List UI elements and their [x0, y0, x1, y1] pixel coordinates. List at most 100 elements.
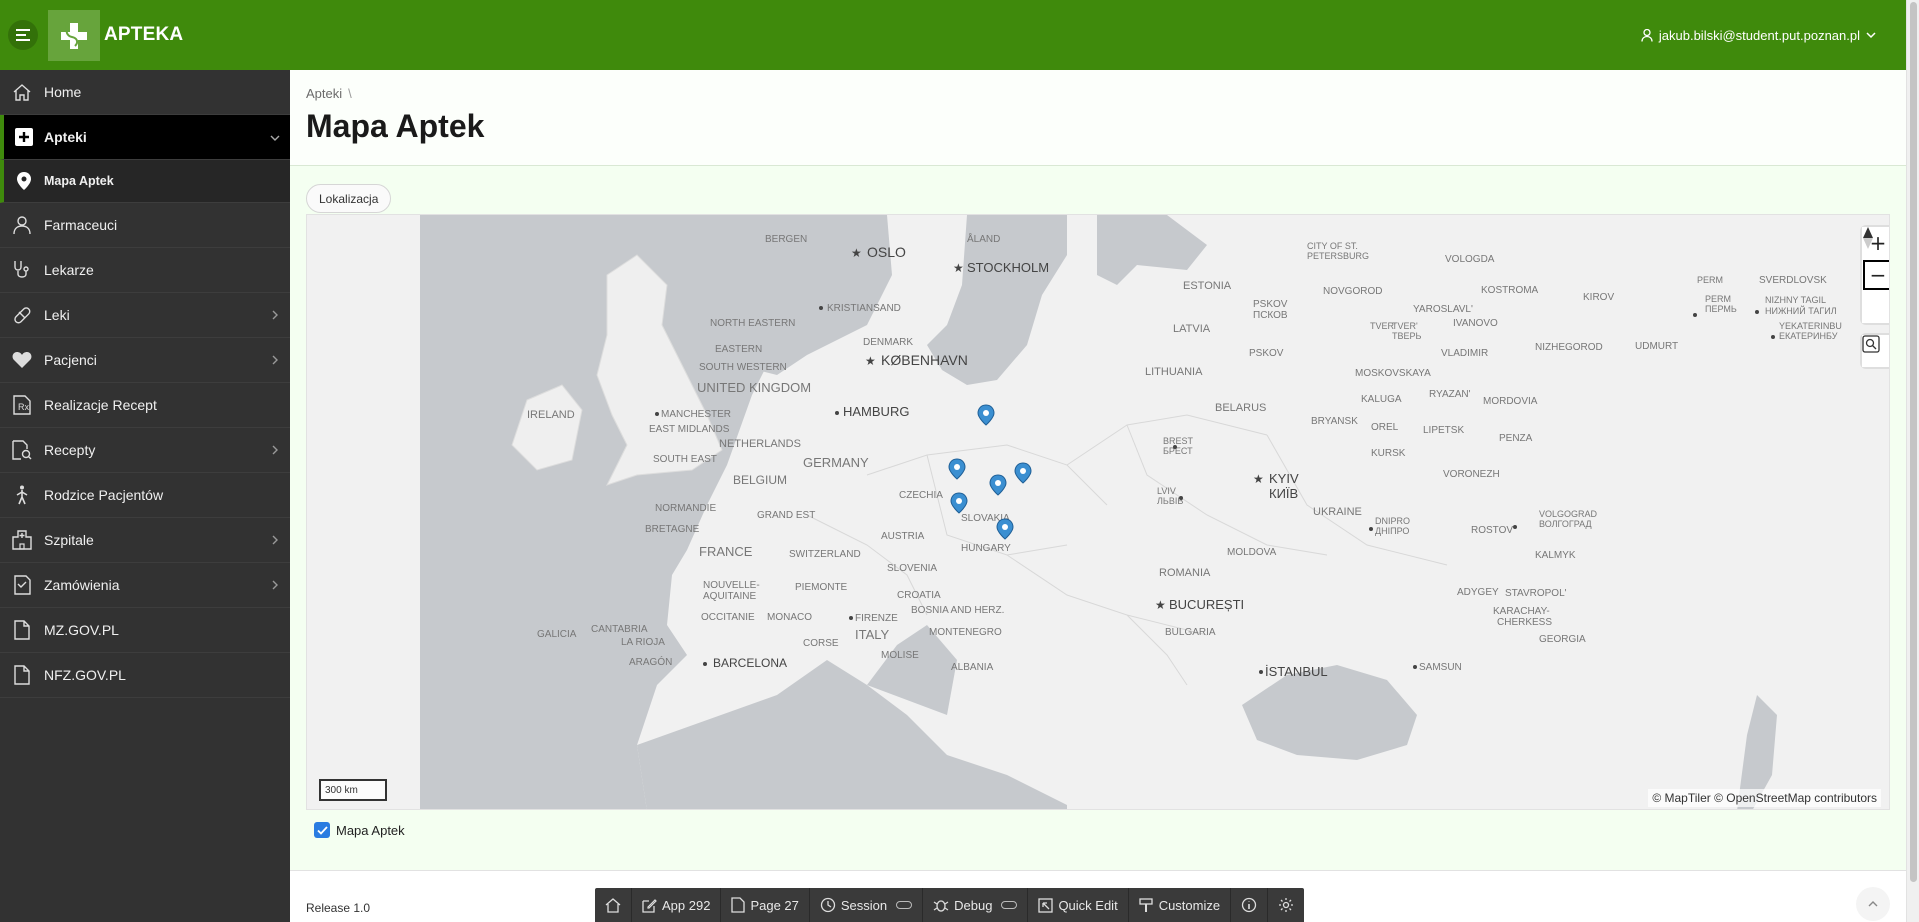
dev-app-button[interactable]: App 292 — [632, 888, 722, 922]
map-label: BARCELONA — [713, 656, 787, 670]
map-label: VORONEZH — [1443, 469, 1500, 480]
map-pin-icon — [4, 172, 44, 190]
map-label: MONACO — [767, 612, 812, 623]
dev-page-button[interactable]: Page 27 — [721, 888, 810, 922]
sidebar-item-realizacje-recept[interactable]: Rx Realizacje Recept — [0, 383, 290, 428]
map-label: BRETAGNE — [645, 524, 700, 535]
sidebar-item-mz-gov-pl[interactable]: MZ.GOV.PL — [0, 608, 290, 653]
zoom-out-button[interactable]: − — [1862, 259, 1889, 291]
map-label: HAMBURG — [843, 404, 909, 419]
map-label: NOUVELLE- — [703, 580, 760, 591]
sidebar-item-nfz-gov-pl[interactable]: NFZ.GOV.PL — [0, 653, 290, 698]
dev-home-button[interactable] — [595, 888, 632, 922]
map-label: GRAND EST — [757, 510, 815, 521]
menu-toggle-button[interactable] — [8, 20, 38, 50]
layer-checkbox[interactable] — [314, 822, 330, 838]
dev-quick-edit-button[interactable]: Quick Edit — [1028, 888, 1129, 922]
capital-star-icon: ★ — [953, 261, 964, 275]
scrollbar-thumb[interactable] — [1910, 2, 1917, 882]
sidebar-item-label: NFZ.GOV.PL — [44, 667, 126, 683]
sidebar-item-label: Szpitale — [44, 532, 94, 548]
map-label: ESTONIA — [1183, 280, 1232, 292]
app-logo[interactable] — [48, 10, 100, 61]
dev-customize-button[interactable]: Customize — [1129, 888, 1232, 922]
release-version: Release 1.0 — [306, 901, 371, 915]
map-label: КИЇВ — [1269, 486, 1298, 501]
chevron-right-icon — [260, 443, 290, 458]
map-label: KARACHAY- — [1493, 606, 1550, 617]
sidebar-item-home[interactable]: Home — [0, 70, 290, 115]
region-tab-lokalizacja[interactable]: Lokalizacja — [306, 184, 392, 213]
map-scale-bar: 300 km — [319, 779, 387, 801]
sidebar-item-farmaceuci[interactable]: Farmaceuci — [0, 203, 290, 248]
capital-star-icon: ★ — [851, 246, 862, 260]
sidebar-item-rodzice-pacjentow[interactable]: Rodzice Pacjentów — [0, 473, 290, 518]
page-scrollbar[interactable] — [1906, 0, 1919, 922]
map-label: CORSE — [803, 638, 839, 649]
zoom-to-data-button[interactable] — [1862, 335, 1889, 367]
hospital-icon — [0, 530, 44, 550]
map-label: ROMANIA — [1159, 567, 1211, 579]
svg-text:Rx: Rx — [18, 402, 29, 412]
sidebar-item-label: Recepty — [44, 442, 96, 458]
capital-star-icon: ★ — [1155, 598, 1166, 612]
dev-customize-label: Customize — [1158, 897, 1221, 913]
scroll-to-top-button[interactable] — [1856, 887, 1890, 921]
map-label: PETERSBURG — [1307, 251, 1369, 261]
app-title[interactable]: APTEKA — [104, 24, 183, 46]
map-region[interactable]: BERGEN OSLO ÅLAND STOCKHOLM CITY OF ST. … — [306, 214, 1890, 810]
user-menu[interactable]: jakub.bilski@student.put.poznan.pl — [1641, 28, 1876, 43]
cart-icon — [0, 575, 44, 595]
map-label: БРЕСТ — [1163, 446, 1193, 456]
person-walking-icon — [0, 485, 44, 505]
dev-info-button[interactable] — [1231, 888, 1269, 922]
compass-button[interactable] — [1862, 227, 1889, 323]
dev-session-label: Session — [840, 897, 888, 913]
developer-toolbar: App 292 Page 27 Session Debug Quick Edit… — [595, 888, 1305, 922]
map-extent-controls — [1862, 335, 1889, 367]
dev-settings-button[interactable] — [1268, 888, 1304, 922]
map-label: CROATIA — [897, 590, 941, 601]
sidebar-item-label: Pacjenci — [44, 352, 97, 368]
map-label: SAMSUN — [1419, 662, 1462, 673]
breadcrumb-link-apteki[interactable]: Apteki — [306, 86, 342, 101]
map-label: OSLO — [867, 244, 906, 260]
map-label: MOSKOVSKAYA — [1355, 368, 1431, 379]
map-label: PSKOV — [1249, 348, 1284, 359]
dev-debug-button[interactable]: Debug — [923, 888, 1029, 922]
sidebar-item-recepty[interactable]: Recepty — [0, 428, 290, 473]
sidebar-item-label: Home — [44, 84, 82, 100]
map-label: BELARUS — [1215, 402, 1266, 414]
sidebar-item-zamowienia[interactable]: Zamówienia — [0, 563, 290, 608]
map-label: EAST MIDLANDS — [649, 424, 730, 435]
sidebar-item-leki[interactable]: Leki — [0, 293, 290, 338]
map-label: VOLOGDA — [1445, 254, 1495, 265]
sidebar-item-mapa-aptek[interactable]: Mapa Aptek — [0, 160, 290, 203]
map-label: OREL — [1371, 422, 1399, 433]
map-label: UNITED KINGDOM — [697, 380, 811, 395]
map-label: ITALY — [855, 627, 890, 642]
map-label: CANTABRIA — [591, 624, 648, 635]
map-label: BULGARIA — [1165, 627, 1216, 638]
dev-session-button[interactable]: Session — [810, 888, 924, 922]
session-icon — [820, 897, 836, 913]
map-label: NETHERLANDS — [719, 438, 801, 450]
map-attribution[interactable]: © MapTiler © OpenStreetMap contributors — [1648, 789, 1881, 807]
map-label: BERGEN — [765, 234, 807, 245]
map-label: GERMANY — [803, 455, 869, 470]
sidebar-item-apteki[interactable]: Apteki — [0, 115, 290, 160]
toggle-icon — [1001, 901, 1018, 909]
sidebar-item-label: Rodzice Pacjentów — [44, 487, 164, 503]
map-label: ТВЕРЬ — [1392, 331, 1422, 341]
sidebar-item-szpitale[interactable]: Szpitale — [0, 518, 290, 563]
map-label: İSTANBUL — [1265, 664, 1328, 679]
map-label: ARAGÓN — [629, 655, 672, 668]
user-email: jakub.bilski@student.put.poznan.pl — [1658, 28, 1860, 43]
map-label: AUSTRIA — [881, 531, 925, 542]
sidebar-item-lekarze[interactable]: Lekarze — [0, 248, 290, 293]
map-canvas[interactable]: BERGEN OSLO ÅLAND STOCKHOLM CITY OF ST. … — [307, 215, 1890, 810]
title-bar: Apteki \ Mapa Aptek — [290, 70, 1906, 166]
map-label: NORMANDIE — [655, 503, 716, 514]
sidebar-item-pacjenci[interactable]: Pacjenci — [0, 338, 290, 383]
breadcrumb: Apteki \ — [306, 86, 352, 101]
